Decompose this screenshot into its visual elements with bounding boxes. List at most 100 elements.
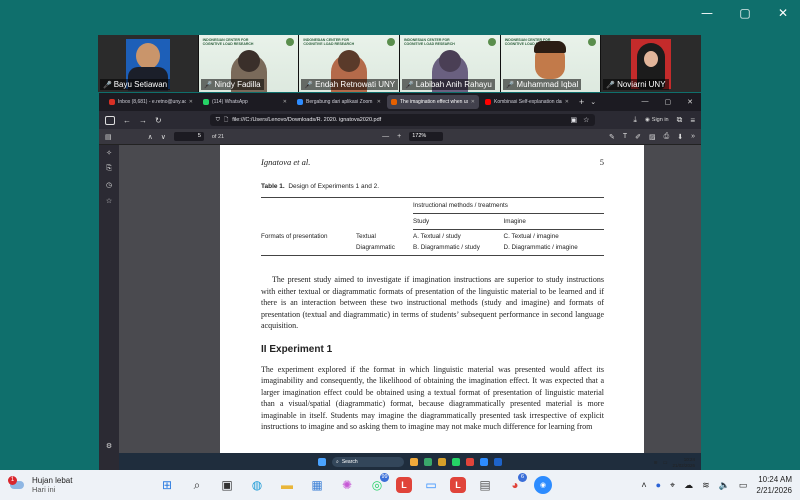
settings-gear-icon[interactable]: ⚙ xyxy=(106,442,112,450)
reader-view-icon[interactable]: ▣ xyxy=(571,116,578,124)
weather-alert-badge: 1 xyxy=(8,476,17,485)
participant-tile[interactable]: INDONESIAN CENTER FOR COGNITIVE LOAD RES… xyxy=(198,35,299,92)
close-tab-icon[interactable]: ✕ xyxy=(471,99,475,105)
participant-name: 🎤 Nindy Fadilla xyxy=(200,79,264,90)
wifi-icon[interactable]: ≋ xyxy=(654,460,658,466)
tab-youtube[interactable]: Kombinasi Self-explanation dan ✕ xyxy=(481,95,573,109)
close-tab-icon[interactable]: ✕ xyxy=(565,99,569,105)
cloud-icon[interactable]: ☁ xyxy=(684,480,693,491)
participant-tile[interactable]: INDONESIAN CENTER FOR COGNITIVE LOAD RES… xyxy=(500,35,601,92)
shared-browser-window: Inbox (8,681) - e.retno@uny.ac.id ✕ (114)… xyxy=(99,93,701,470)
print-icon[interactable]: ⎙ xyxy=(664,133,670,141)
maximize-button[interactable]: ▢ xyxy=(738,6,752,20)
sign-in-button[interactable]: ◉ Sign in xyxy=(645,117,669,123)
windows-start-icon[interactable] xyxy=(318,457,326,466)
pdf-sidebar-toggle-icon[interactable]: ▤ xyxy=(105,133,112,141)
tab-zoom[interactable]: Bergabung dari aplikasi Zoom ✕ xyxy=(293,95,385,109)
download-icon[interactable]: ⤓ xyxy=(633,115,637,125)
whatsapp-icon[interactable]: ◎ 99 xyxy=(366,473,389,496)
save-icon[interactable]: ⬇ xyxy=(677,133,683,141)
participant-tile[interactable]: INDONESIAN CENTER FOR COGNITIVE LOAD RES… xyxy=(400,35,500,92)
app-icon[interactable]: L xyxy=(396,477,412,493)
forward-icon[interactable]: → xyxy=(139,116,147,125)
calculator-icon[interactable]: ▤ xyxy=(474,474,496,496)
chevron-up-icon[interactable]: ˄ xyxy=(641,480,646,490)
new-tab-button[interactable]: + xyxy=(579,97,584,107)
task-view-icon[interactable]: ▣ xyxy=(216,474,238,496)
zoom-window-controls: — ▢ ✕ xyxy=(700,6,790,20)
reload-icon[interactable]: ↻ xyxy=(155,116,162,125)
tab-gmail[interactable]: Inbox (8,681) - e.retno@uny.ac.id ✕ xyxy=(105,95,197,109)
participant-name: 🎤 Muhammad Iqbal xyxy=(502,79,582,90)
more-tools-icon[interactable]: » xyxy=(691,133,695,141)
file-explorer-icon[interactable]: ▬ xyxy=(276,474,298,496)
highlight-icon[interactable]: ✎ xyxy=(609,133,615,141)
battery-icon[interactable]: ▭ xyxy=(739,480,748,491)
search-icon[interactable]: ⌕ xyxy=(186,474,208,496)
tab-list-button[interactable]: ⌄ xyxy=(590,98,596,106)
clock[interactable]: 10:24 AM 2/21/2026 xyxy=(756,474,792,496)
pdf-viewer[interactable]: Ignatova et al. 5 Table 1. Design of Exp… xyxy=(119,145,701,470)
section-heading: II Experiment 1 xyxy=(261,343,333,355)
tab-whatsapp[interactable]: (114) WhatsApp ✕ xyxy=(199,95,291,109)
wifi-icon[interactable]: ≋ xyxy=(702,480,710,491)
next-page-icon[interactable]: ∨ xyxy=(161,133,166,141)
app-icon[interactable]: L xyxy=(450,477,466,493)
close-tab-icon[interactable]: ✕ xyxy=(189,99,193,105)
bookmarks-icon[interactable]: ☆ xyxy=(106,197,112,205)
weather-widget[interactable]: 1 Hujan lebat Hari ini xyxy=(0,476,72,494)
app-icon[interactable] xyxy=(466,457,474,466)
tab-pdf[interactable]: The imagination effect when usin ✕ xyxy=(387,95,479,109)
zoom-out-icon[interactable]: — xyxy=(382,133,389,140)
close-tab-icon[interactable]: ✕ xyxy=(283,99,287,105)
shared-search-box[interactable]: ⌕ Search xyxy=(332,456,404,467)
minimize-button[interactable]: — xyxy=(700,6,714,20)
back-icon[interactable]: ← xyxy=(123,116,131,125)
participant-tile-active[interactable]: INDONESIAN CENTER FOR COGNITIVE LOAD RES… xyxy=(299,35,400,92)
weather-title: Hujan lebat xyxy=(32,476,73,485)
zoom-meeting-icon[interactable]: ◉ xyxy=(534,476,552,494)
close-button[interactable]: ✕ xyxy=(776,6,790,20)
history-icon[interactable]: ◷ xyxy=(106,181,112,189)
folder-icon[interactable] xyxy=(438,457,446,466)
start-button[interactable]: ⊞ xyxy=(156,474,178,496)
edge-icon[interactable]: ◍ xyxy=(246,474,268,496)
ai-chat-icon[interactable]: ✧ xyxy=(106,149,112,157)
volume-icon[interactable]: 🔈 xyxy=(719,480,730,491)
taskbar-apps: ⊞ ⌕ ▣ ◍ ▬ ▦ ✺ ◎ 99 L ▭ L ▤ ◕ 6 ◉ xyxy=(156,473,552,496)
image-icon[interactable]: ▨ xyxy=(649,133,656,141)
browser-close-button[interactable]: ✕ xyxy=(687,98,693,106)
store-icon[interactable]: ▦ xyxy=(306,474,328,496)
battery-icon[interactable]: ▭ xyxy=(663,460,668,466)
chrome-icon[interactable]: ◕ 6 xyxy=(504,473,527,496)
whatsapp-icon[interactable] xyxy=(452,457,460,466)
draw-icon[interactable]: ✐ xyxy=(635,133,641,141)
page-number-input[interactable]: 5 xyxy=(173,132,204,141)
shared-screen-taskbar: ⌕ Search ≋ ▭ 10:24 21/02/2026 xyxy=(119,453,701,470)
url-bar[interactable]: ⛉ 🗋 file:///C:/Users/Lenovo/Downloads/R.… xyxy=(209,114,596,126)
zoom-app-icon[interactable]: ▭ xyxy=(420,474,442,496)
participant-tile[interactable]: 🎤 Noviarni UNY xyxy=(601,35,702,92)
edge-icon[interactable] xyxy=(424,457,432,466)
browser-minimize-button[interactable]: — xyxy=(642,98,649,106)
zoom-in-icon[interactable]: + xyxy=(397,133,401,140)
file-explorer-icon[interactable] xyxy=(410,457,418,466)
word-icon[interactable] xyxy=(494,457,502,466)
text-icon[interactable]: T xyxy=(623,133,627,141)
zoom-select[interactable]: 172% xyxy=(409,132,444,141)
close-tab-icon[interactable]: ✕ xyxy=(377,99,381,105)
bookmark-star-icon[interactable]: ☆ xyxy=(583,116,589,124)
copilot-icon[interactable]: ✺ xyxy=(336,474,358,496)
menu-icon[interactable]: ≡ xyxy=(690,116,695,125)
pdf-icon xyxy=(391,99,397,105)
table-cell: D. Diagrammatic / imagine xyxy=(503,244,578,251)
location-icon[interactable]: ⌖ xyxy=(670,480,675,491)
sidebar-toggle-icon[interactable] xyxy=(105,115,115,125)
app-tray-icon[interactable]: ● xyxy=(656,480,661,490)
extensions-icon[interactable]: ⧉ xyxy=(677,115,683,125)
participant-tile[interactable]: 🎤 Bayu Setiawan xyxy=(98,35,198,92)
reading-list-icon[interactable]: ⎘ xyxy=(106,165,112,173)
browser-maximize-button[interactable]: ▢ xyxy=(665,98,672,106)
zoom-icon[interactable] xyxy=(480,457,488,466)
prev-page-icon[interactable]: ∧ xyxy=(148,133,153,141)
